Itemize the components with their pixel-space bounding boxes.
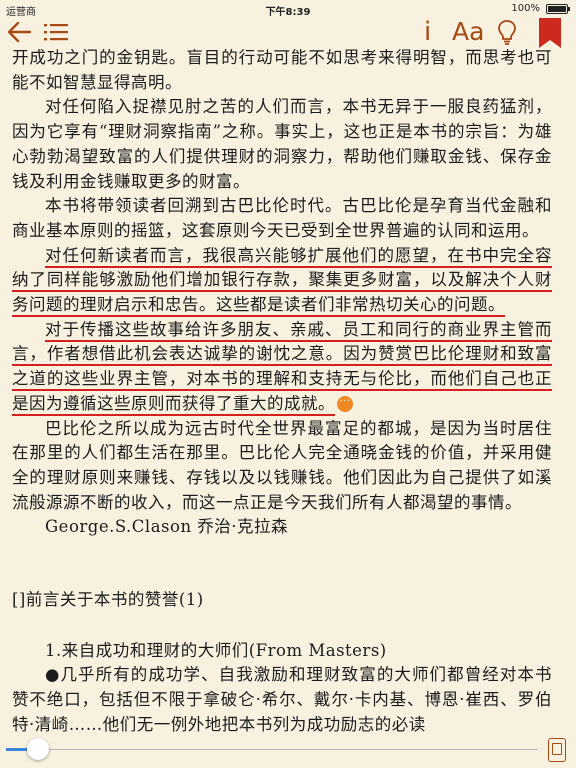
paragraph: 对任何陷入捉襟见肘之苦的人们而言，本书无异于一服良药猛剂，因为它享有“理财洞察指… — [12, 97, 552, 191]
paragraph: 本书将带领读者回溯到古巴比伦时代。古巴比伦是孕育当代金融和商业基本原则的摇篮，这… — [12, 196, 552, 240]
book-text: 开成功之门的金钥匙。盲目的行动可能不如思考来得明智，而思考也可能不如智慧显得高明… — [12, 46, 552, 738]
paragraph: 巴比伦之所以成为远古时代全世界最富足的都城，是因为当时居住在那里的人们都生活在那… — [12, 418, 552, 512]
highlighted-paragraph[interactable]: 对任何新读者而言，我很高兴能够扩展他们的愿望，在书中完全容纳了同样能够激励他们增… — [12, 244, 552, 318]
section-title: []前言关于本书的赞誉(1) — [12, 590, 204, 610]
paragraph: ●几乎所有的成功学、自我激励和理财致富的大师们都曾经对本书赞不绝口，包括但不限于… — [12, 665, 552, 734]
subsection-title: 1.来自成功和理财的大师们(From Masters) — [45, 640, 387, 660]
lightbulb-icon[interactable] — [497, 18, 517, 46]
page-view-icon[interactable] — [548, 738, 566, 762]
highlighted-paragraph[interactable]: 对于传播这些故事给许多朋友、亲戚、员工和同行的商业界主管而言，作者想借此机会表达… — [12, 318, 552, 417]
battery-percent: 100% — [511, 3, 540, 14]
progress-slider-thumb[interactable] — [26, 738, 49, 760]
back-arrow-icon[interactable] — [6, 20, 32, 44]
progress-track[interactable] — [6, 749, 538, 750]
highlight[interactable]: 对任何新读者而言，我很高兴能够扩展他们的愿望，在书中完全容纳了同样能够激励他们增… — [12, 246, 552, 314]
reader-toolbar: i Aa — [0, 18, 576, 46]
info-button[interactable]: i — [424, 18, 431, 46]
note-marker-icon[interactable]: ··· — [337, 396, 353, 413]
paragraph: 开成功之门的金钥匙。盲目的行动可能不如思考来得明智，而思考也可能不如智慧显得高明… — [12, 48, 552, 92]
reading-progress — [0, 734, 576, 768]
font-settings-button[interactable]: Aa — [452, 18, 484, 46]
battery-icon — [546, 4, 570, 14]
status-bar: 运营商 下午8:39 100% — [0, 0, 576, 18]
clock: 下午8:39 — [265, 7, 311, 18]
highlight[interactable]: 对于传播这些故事给许多朋友、亲戚、员工和同行的商业界主管而言，作者想借此机会表达… — [12, 320, 552, 413]
author-signature: George.S.Clason 乔治·克拉森 — [45, 517, 289, 537]
table-of-contents-icon[interactable] — [44, 22, 68, 42]
bookmark-icon[interactable] — [539, 18, 561, 48]
